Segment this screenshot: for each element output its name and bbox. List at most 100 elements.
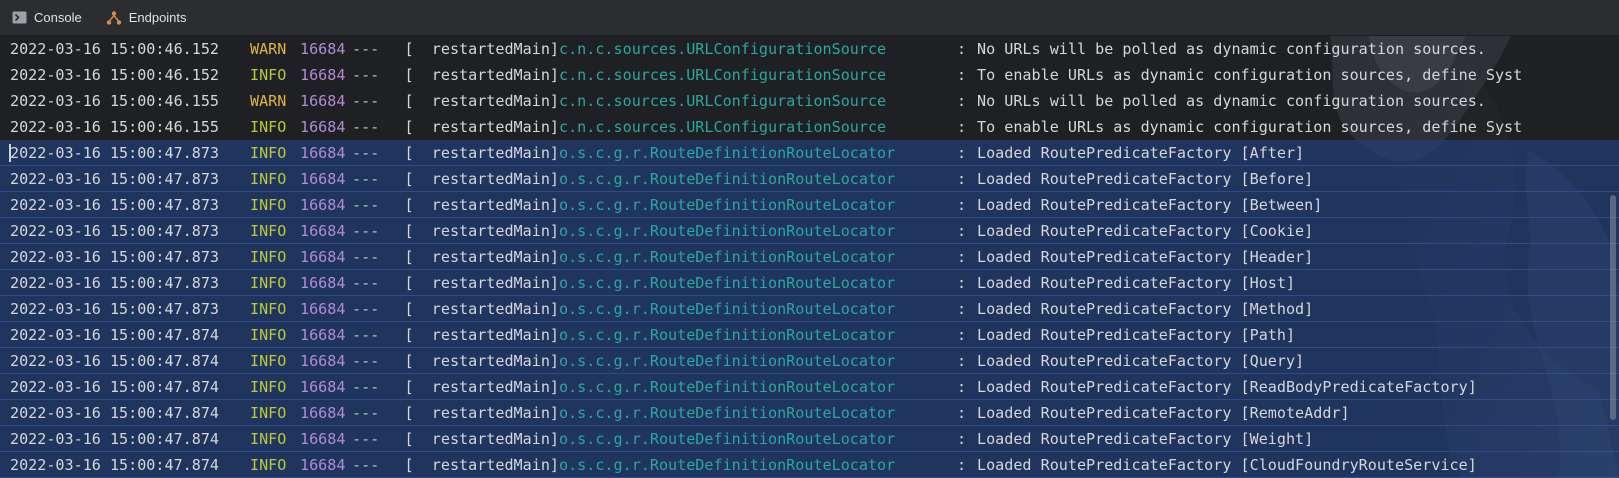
log-colon: : xyxy=(957,66,967,84)
log-pid: 16684 xyxy=(300,456,346,474)
log-logger: o.s.c.g.r.RouteDefinitionRouteLocator xyxy=(559,300,896,318)
log-line[interactable]: 2022-03-16 15:00:47.874 INFO 16684 --- [ res… xyxy=(0,426,1619,452)
log-line[interactable]: 2022-03-16 15:00:47.874 INFO 16684 --- [ res… xyxy=(0,452,1619,478)
log-message: No URLs will be polled as dynamic config… xyxy=(977,40,1486,58)
log-thread: [ restartedMain] xyxy=(404,40,559,58)
log-level: INFO xyxy=(250,352,287,370)
log-message: Loaded RoutePredicateFactory [Cookie] xyxy=(977,222,1314,240)
log-timestamp: 2022-03-16 15:00:47.874 xyxy=(10,430,220,448)
log-level: INFO xyxy=(250,404,287,422)
log-pid: 16684 xyxy=(300,248,346,266)
tab-console[interactable]: Console xyxy=(0,0,94,36)
log-level: INFO xyxy=(250,456,287,474)
log-separator: --- xyxy=(352,196,380,214)
log-line[interactable]: 2022-03-16 15:00:47.873 INFO 16684 --- [ res… xyxy=(0,218,1619,244)
log-pid: 16684 xyxy=(300,170,346,188)
log-level: INFO xyxy=(250,326,287,344)
log-line[interactable]: 2022-03-16 15:00:46.152 WARN 16684 --- [ res… xyxy=(0,36,1619,62)
log-logger: o.s.c.g.r.RouteDefinitionRouteLocator xyxy=(559,352,896,370)
log-timestamp: 2022-03-16 15:00:47.873 xyxy=(10,248,220,266)
log-colon: : xyxy=(957,352,967,370)
log-timestamp: 2022-03-16 15:00:47.874 xyxy=(10,456,220,474)
log-line[interactable]: 2022-03-16 15:00:46.155 WARN 16684 --- [ res… xyxy=(0,88,1619,114)
log-line[interactable]: 2022-03-16 15:00:47.873 INFO 16684 --- [ res… xyxy=(0,140,1619,166)
log-timestamp: 2022-03-16 15:00:47.873 xyxy=(10,144,220,162)
log-pid: 16684 xyxy=(300,274,346,292)
log-thread: [ restartedMain] xyxy=(404,144,559,162)
log-level: INFO xyxy=(250,196,287,214)
log-level: INFO xyxy=(250,378,287,396)
console-output[interactable]: 2022-03-16 15:00:46.152 WARN 16684 --- [ res… xyxy=(0,36,1619,478)
log-thread: [ restartedMain] xyxy=(404,92,559,110)
log-line[interactable]: 2022-03-16 15:00:47.874 INFO 16684 --- [ res… xyxy=(0,348,1619,374)
log-thread: [ restartedMain] xyxy=(404,456,559,474)
vertical-scrollbar[interactable] xyxy=(1610,195,1616,420)
log-line[interactable]: 2022-03-16 15:00:47.873 INFO 16684 --- [ res… xyxy=(0,270,1619,296)
log-colon: : xyxy=(957,144,967,162)
log-logger: o.s.c.g.r.RouteDefinitionRouteLocator xyxy=(559,196,896,214)
log-line[interactable]: 2022-03-16 15:00:46.155 INFO 16684 --- [ res… xyxy=(0,114,1619,140)
log-thread: [ restartedMain] xyxy=(404,170,559,188)
log-line[interactable]: 2022-03-16 15:00:47.874 INFO 16684 --- [ res… xyxy=(0,374,1619,400)
log-message: No URLs will be polled as dynamic config… xyxy=(977,92,1486,110)
log-pid: 16684 xyxy=(300,196,346,214)
log-level: INFO xyxy=(250,144,287,162)
log-separator: --- xyxy=(352,378,380,396)
log-message: Loaded RoutePredicateFactory [Between] xyxy=(977,196,1323,214)
log-thread: [ restartedMain] xyxy=(404,196,559,214)
log-logger: o.s.c.g.r.RouteDefinitionRouteLocator xyxy=(559,404,896,422)
log-timestamp: 2022-03-16 15:00:47.874 xyxy=(10,378,220,396)
log-colon: : xyxy=(957,300,967,318)
log-message: To enable URLs as dynamic configuration … xyxy=(977,118,1523,136)
log-colon: : xyxy=(957,118,967,136)
log-line[interactable]: 2022-03-16 15:00:47.874 INFO 16684 --- [ res… xyxy=(0,400,1619,426)
log-pid: 16684 xyxy=(300,352,346,370)
log-pid: 16684 xyxy=(300,326,346,344)
log-separator: --- xyxy=(352,274,380,292)
console-icon xyxy=(12,11,27,24)
tab-endpoints-label: Endpoints xyxy=(128,10,187,25)
log-thread: [ restartedMain] xyxy=(404,274,559,292)
log-timestamp: 2022-03-16 15:00:47.874 xyxy=(10,404,220,422)
log-line[interactable]: 2022-03-16 15:00:47.874 INFO 16684 --- [ res… xyxy=(0,322,1619,348)
log-message: Loaded RoutePredicateFactory [ReadBodyPr… xyxy=(977,378,1477,396)
log-pid: 16684 xyxy=(300,144,346,162)
log-message: Loaded RoutePredicateFactory [CloudFound… xyxy=(977,456,1477,474)
log-message: To enable URLs as dynamic configuration … xyxy=(977,66,1523,84)
log-separator: --- xyxy=(352,404,380,422)
log-logger: o.s.c.g.r.RouteDefinitionRouteLocator xyxy=(559,248,896,266)
log-timestamp: 2022-03-16 15:00:46.152 xyxy=(10,66,220,84)
log-timestamp: 2022-03-16 15:00:46.155 xyxy=(10,118,220,136)
log-level: INFO xyxy=(250,66,287,84)
tab-endpoints[interactable]: Endpoints xyxy=(94,0,199,36)
log-message: Loaded RoutePredicateFactory [Method] xyxy=(977,300,1314,318)
log-thread: [ restartedMain] xyxy=(404,352,559,370)
log-colon: : xyxy=(957,92,967,110)
log-pid: 16684 xyxy=(300,92,346,110)
log-colon: : xyxy=(957,222,967,240)
log-pid: 16684 xyxy=(300,66,346,84)
log-separator: --- xyxy=(352,300,380,318)
run-tool-window: Console Endpoints 2022-03-16 15:00:46.15… xyxy=(0,0,1619,478)
log-message: Loaded RoutePredicateFactory [RemoteAddr… xyxy=(977,404,1350,422)
log-line[interactable]: 2022-03-16 15:00:47.873 INFO 16684 --- [ res… xyxy=(0,244,1619,270)
log-line[interactable]: 2022-03-16 15:00:47.873 INFO 16684 --- [ res… xyxy=(0,296,1619,322)
log-colon: : xyxy=(957,456,967,474)
log-logger: o.s.c.g.r.RouteDefinitionRouteLocator xyxy=(559,430,896,448)
log-separator: --- xyxy=(352,40,380,58)
log-separator: --- xyxy=(352,352,380,370)
log-line[interactable]: 2022-03-16 15:00:47.873 INFO 16684 --- [ res… xyxy=(0,192,1619,218)
log-pid: 16684 xyxy=(300,378,346,396)
tab-console-label: Console xyxy=(34,10,82,25)
log-separator: --- xyxy=(352,92,380,110)
log-timestamp: 2022-03-16 15:00:47.873 xyxy=(10,274,220,292)
log-colon: : xyxy=(957,430,967,448)
log-timestamp: 2022-03-16 15:00:47.874 xyxy=(10,326,220,344)
log-line[interactable]: 2022-03-16 15:00:46.152 INFO 16684 --- [ res… xyxy=(0,62,1619,88)
log-pid: 16684 xyxy=(300,222,346,240)
text-caret xyxy=(9,144,11,162)
log-line[interactable]: 2022-03-16 15:00:47.873 INFO 16684 --- [ res… xyxy=(0,166,1619,192)
log-message: Loaded RoutePredicateFactory [Weight] xyxy=(977,430,1314,448)
log-timestamp: 2022-03-16 15:00:47.873 xyxy=(10,222,220,240)
log-timestamp: 2022-03-16 15:00:47.873 xyxy=(10,170,220,188)
